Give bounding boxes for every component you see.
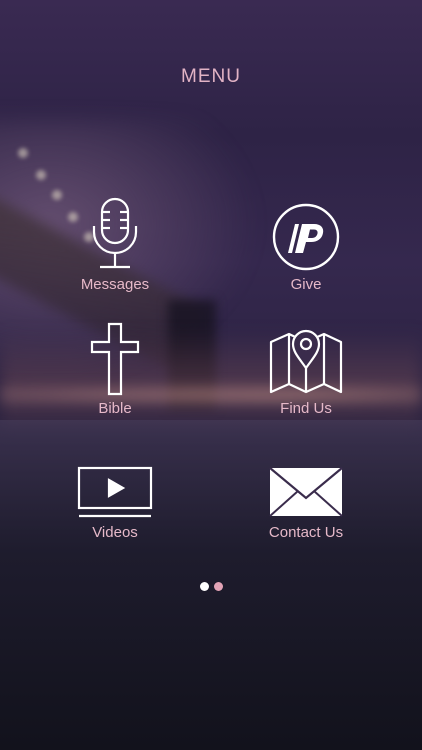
menu-item-messages[interactable]: Messages <box>40 192 190 293</box>
menu-item-label: Messages <box>80 276 150 293</box>
menu-item-bible[interactable]: Bible <box>40 316 190 417</box>
page-dot-2[interactable] <box>213 582 223 591</box>
menu-item-label: Videos <box>92 524 138 541</box>
menu-item-videos[interactable]: Videos <box>40 440 190 541</box>
menu-item-label: Bible <box>98 400 132 417</box>
menu-grid: Messages Give Bible Find Us Videos Conta… <box>0 0 422 600</box>
menu-item-label: Find Us <box>280 400 332 417</box>
menu-item-give[interactable]: Give <box>231 192 381 293</box>
menu-item-label: Give <box>290 276 322 293</box>
page-indicator <box>0 582 422 591</box>
p-logo-icon <box>266 192 346 272</box>
map-pin-icon <box>266 316 346 396</box>
menu-item-label: Contact Us <box>268 524 344 541</box>
page-dot-1[interactable] <box>199 582 209 591</box>
cross-icon <box>75 316 155 396</box>
menu-item-contact-us[interactable]: Contact Us <box>231 440 381 541</box>
menu-item-find-us[interactable]: Find Us <box>231 316 381 417</box>
video-screen-icon <box>75 440 155 520</box>
microphone-icon <box>75 192 155 272</box>
envelope-icon <box>266 440 346 520</box>
